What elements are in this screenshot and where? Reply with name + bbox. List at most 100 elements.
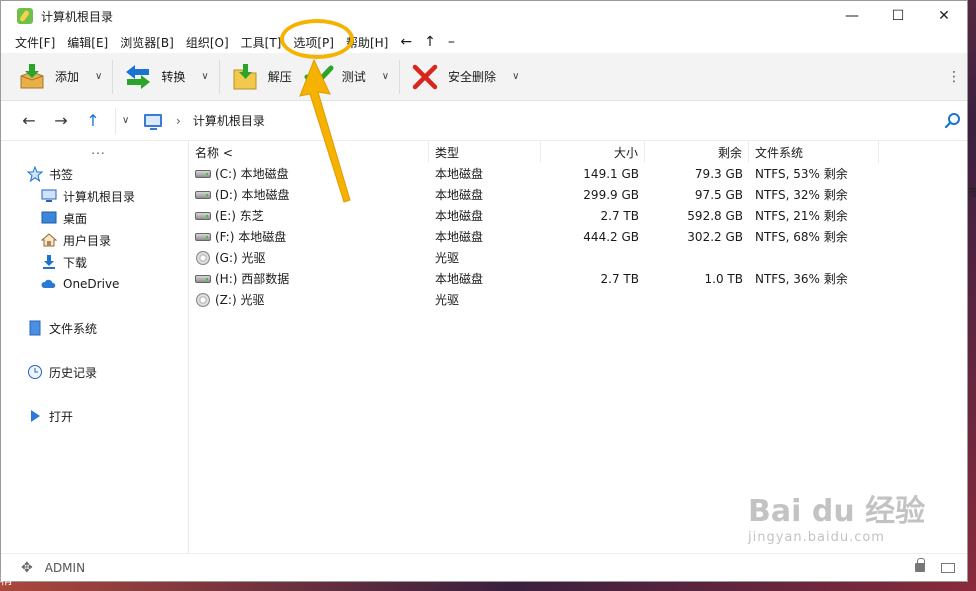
cell-name: (Z:) 光驱 (189, 291, 429, 308)
optical-drive-icon (196, 250, 210, 265)
sidebar-bookmarks[interactable]: 书签 (1, 163, 188, 185)
breadcrumb-chevron-icon[interactable]: › (176, 114, 181, 128)
secure-delete-dropdown-icon[interactable]: ∨ (512, 71, 519, 82)
toolbar-divider (218, 59, 220, 94)
red-x-icon (410, 62, 440, 92)
sidebar-open-label: 打开 (49, 409, 74, 424)
annotation-arrow-icon (299, 58, 351, 203)
lock-icon[interactable] (915, 558, 925, 572)
search-icon[interactable] (939, 112, 967, 130)
up-arrow-icon[interactable]: ↑ (77, 107, 109, 135)
sidebar-more-icon[interactable]: ... (1, 143, 188, 163)
table-row[interactable]: (H:) 西部数据 本地磁盘 2.7 TB 1.0 TB NTFS, 36% 剩余 (189, 268, 967, 289)
minimize-button[interactable]: — (829, 1, 875, 31)
sidebar-history[interactable]: 历史记录 (1, 361, 188, 383)
sidebar-item-desktop[interactable]: 桌面 (1, 207, 188, 229)
cell-type: 本地磁盘 (435, 209, 484, 223)
forward-arrow-icon[interactable]: → (45, 107, 77, 135)
sidebar-filesystem[interactable]: 文件系统 (1, 317, 188, 339)
sidebar-item-computer[interactable]: 计算机根目录 (1, 185, 188, 207)
maximize-button[interactable]: ☐ (875, 1, 921, 31)
sidebar-history-label: 历史记录 (49, 365, 98, 380)
desktop-text-fragment: 稍 (0, 573, 13, 587)
menu-bar: 文件[F] 编辑[E] 浏览器[B] 组织[O] 工具[T] 选项[P] 帮助[… (1, 31, 967, 53)
cell-type: 光驱 (435, 251, 460, 265)
table-row[interactable]: (F:) 本地磁盘 本地磁盘 444.2 GB 302.2 GB NTFS, 68% 剩… (189, 226, 967, 247)
cell-name: (H:) 西部数据 (189, 270, 429, 287)
back-arrow-icon[interactable]: ← (13, 107, 45, 135)
breadcrumb-path[interactable]: 计算机根目录 (193, 112, 265, 129)
watermark-url: jingyan.baidu.com (748, 530, 885, 545)
path-box[interactable]: ∨ › 计算机根目录 (115, 107, 933, 134)
table-row[interactable]: (Z:) 光驱 光驱 (189, 289, 967, 310)
convert-dropdown-icon[interactable]: ∨ (201, 71, 208, 82)
add-button[interactable]: 添加 ∨ (11, 57, 108, 97)
cell-type: 本地磁盘 (435, 167, 484, 181)
extract-button[interactable]: 解压 (224, 57, 298, 97)
test-dropdown-icon[interactable]: ∨ (382, 71, 389, 82)
history-dropdown-icon[interactable]: ∨ (122, 115, 140, 126)
hard-drive-icon (195, 232, 211, 241)
hard-drive-icon (195, 211, 211, 220)
star-icon (27, 166, 43, 182)
drive-name: (C:) 本地磁盘 (215, 167, 289, 181)
baidu-watermark: Bai du 经验 jingyan.baidu.com (748, 486, 925, 545)
table-row[interactable]: (G:) 光驱 光驱 (189, 247, 967, 268)
secure-delete-button[interactable]: 安全删除 ∨ (404, 57, 525, 97)
convert-arrows-icon (123, 62, 153, 92)
cell-name: (F:) 本地磁盘 (189, 228, 429, 245)
move-icon[interactable]: ✥ (21, 560, 33, 576)
menu-file[interactable]: 文件[F] (9, 34, 61, 51)
layout-toggle-icon[interactable] (941, 562, 955, 573)
cell-free: 79.3 GB (694, 166, 743, 181)
peazip-app-icon (17, 8, 33, 24)
sidebar-filesystem-label: 文件系统 (49, 321, 98, 336)
add-dropdown-icon[interactable]: ∨ (95, 71, 102, 82)
column-header-filesystem[interactable]: 文件系统 (749, 141, 879, 163)
drive-name: (G:) 光驱 (215, 251, 266, 265)
sidebar-item-onedrive[interactable]: OneDrive (1, 273, 188, 295)
convert-button[interactable]: 转换 ∨ (117, 57, 214, 97)
cell-type: 本地磁盘 (435, 230, 484, 244)
address-bar: ← → ↑ ∨ › 计算机根目录 (1, 101, 967, 141)
play-arrow-icon (27, 408, 43, 424)
table-row[interactable]: (E:) 东芝 本地磁盘 2.7 TB 592.8 GB NTFS, 21% 剩余 (189, 205, 967, 226)
add-label: 添加 (55, 70, 80, 84)
convert-label: 转换 (161, 70, 186, 84)
cell-size: 2.7 TB (600, 208, 639, 223)
add-box-icon (17, 62, 47, 92)
hard-drive-icon (195, 190, 211, 199)
cell-name: (G:) 光驱 (189, 249, 429, 266)
column-header-size[interactable]: 大小 (541, 141, 645, 163)
column-header-free[interactable]: 剩余 (645, 141, 749, 163)
cell-free: 592.8 GB (687, 208, 743, 223)
hard-drive-icon (195, 169, 211, 178)
sidebar-item-label: 下载 (63, 255, 88, 270)
desktop-icon (41, 210, 57, 226)
optical-drive-icon (196, 292, 210, 307)
menu-edit[interactable]: 编辑[E] (61, 34, 114, 51)
drive-name: (D:) 本地磁盘 (215, 188, 290, 202)
toolbar: 添加 ∨ 转换 ∨ 解压 测试 ∨ 安全删除 ∨ ⋮ (1, 53, 967, 101)
cell-fs: NTFS, 21% 剩余 (755, 209, 848, 223)
menu-browser[interactable]: 浏览器[B] (114, 34, 180, 51)
cell-free: 302.2 GB (687, 229, 743, 244)
toolbar-overflow-icon[interactable]: ⋮ (947, 69, 961, 85)
menu-up-arrow[interactable]: ↑ (418, 34, 442, 50)
computer-icon (144, 114, 162, 130)
menu-dash[interactable]: – (442, 34, 461, 50)
menu-back-arrow[interactable]: ← (394, 34, 418, 50)
menu-organize[interactable]: 组织[O] (180, 34, 235, 51)
watermark-brand: Bai du 经验 (748, 494, 926, 529)
sidebar-open[interactable]: 打开 (1, 405, 188, 427)
column-header-type[interactable]: 类型 (429, 141, 541, 163)
close-button[interactable]: ✕ (921, 1, 967, 31)
drive-name: (F:) 本地磁盘 (215, 230, 287, 244)
drive-name: (Z:) 光驱 (215, 293, 265, 307)
cell-name: (E:) 东芝 (189, 207, 429, 224)
drive-name: (H:) 西部数据 (215, 272, 290, 286)
sidebar-item-downloads[interactable]: 下载 (1, 251, 188, 273)
toolbar-divider (112, 59, 114, 94)
cell-free: 1.0 TB (704, 271, 743, 286)
sidebar-item-home[interactable]: 用户目录 (1, 229, 188, 251)
